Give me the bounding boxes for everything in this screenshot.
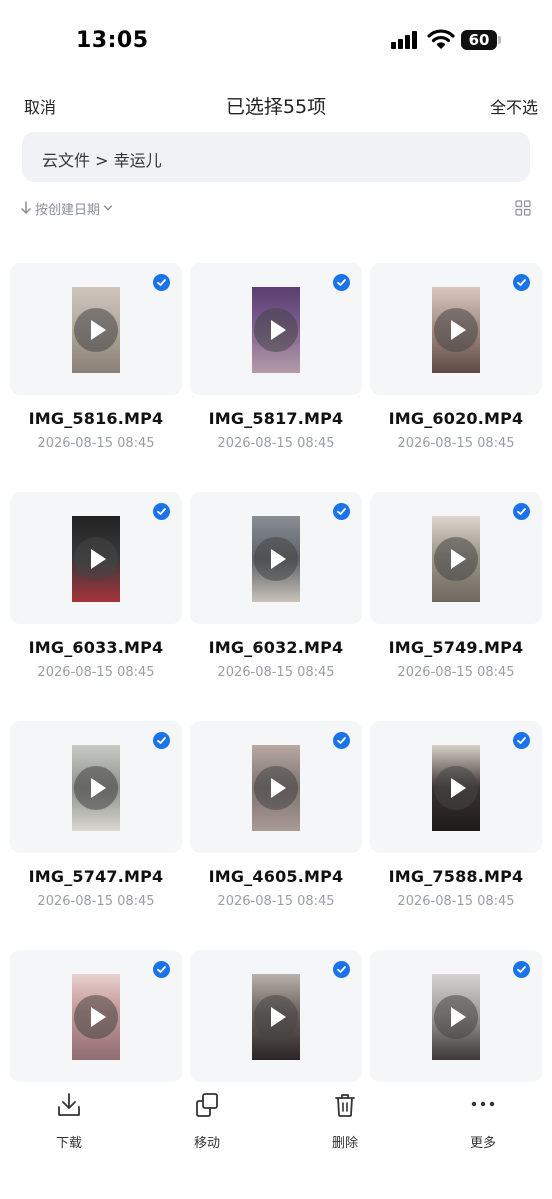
- video-thumbnail-card[interactable]: [370, 721, 542, 853]
- move-button[interactable]: 移动: [177, 1092, 237, 1152]
- file-date: 2026-08-15 08:45: [37, 665, 155, 680]
- checkbox-checked-icon[interactable]: [513, 961, 530, 978]
- file-item[interactable]: IMG_4605.MP4 2026-08-15 08:45: [190, 721, 362, 931]
- page-title: 已选择55项: [225, 96, 327, 118]
- file-name: IMG_6032.MP4: [208, 638, 344, 657]
- checkbox-checked-icon[interactable]: [153, 961, 170, 978]
- video-thumbnail-card[interactable]: [370, 950, 542, 1082]
- checkbox-checked-icon[interactable]: [153, 274, 170, 291]
- cellular-signal-icon: [391, 31, 419, 49]
- file-date: 2026-08-15 08:45: [217, 894, 335, 909]
- file-item[interactable]: IMG_6032.MP4 2026-08-15 08:45: [190, 492, 362, 702]
- file-date: 2026-08-15 08:45: [37, 436, 155, 451]
- video-thumbnail-card[interactable]: [10, 492, 182, 624]
- file-name: IMG_5749.MP4: [388, 638, 524, 657]
- play-icon[interactable]: [74, 308, 118, 352]
- play-icon[interactable]: [434, 995, 478, 1039]
- selection-header: 取消 已选择55项 全不选: [0, 82, 552, 128]
- deselect-all-button[interactable]: 全不选: [490, 94, 538, 118]
- play-icon[interactable]: [434, 537, 478, 581]
- file-item[interactable]: IMG_5749.MP4 2026-08-15 08:45: [370, 492, 542, 702]
- download-label: 下载: [55, 1136, 82, 1151]
- file-name: IMG_5747.MP4: [28, 867, 164, 886]
- video-thumbnail-card[interactable]: [190, 263, 362, 395]
- video-thumbnail-card[interactable]: [10, 950, 182, 1082]
- file-date: 2026-08-15 08:45: [217, 665, 335, 680]
- video-thumbnail-card[interactable]: [10, 263, 182, 395]
- checkbox-checked-icon[interactable]: [333, 274, 350, 291]
- file-date: 2026-08-15 08:45: [217, 436, 335, 451]
- video-thumbnail-card[interactable]: [370, 263, 542, 395]
- delete-label: 删除: [331, 1136, 358, 1151]
- file-name: IMG_5817.MP4: [208, 409, 344, 428]
- battery-level: 60: [468, 31, 490, 49]
- checkbox-checked-icon[interactable]: [153, 732, 170, 749]
- file-item[interactable]: IMG_6033.MP4 2026-08-15 08:45: [10, 492, 182, 702]
- play-icon[interactable]: [254, 766, 298, 810]
- video-thumbnail-card[interactable]: [190, 721, 362, 853]
- more-button[interactable]: 更多: [453, 1092, 513, 1152]
- sort-label: 按创建日期: [35, 202, 101, 218]
- checkbox-checked-icon[interactable]: [513, 274, 530, 291]
- video-thumbnail-card[interactable]: [190, 492, 362, 624]
- battery-icon: 60: [461, 30, 501, 50]
- video-thumbnail-card[interactable]: [10, 721, 182, 853]
- file-date: 2026-08-15 08:45: [397, 665, 515, 680]
- sort-selector[interactable]: 按创建日期: [20, 198, 113, 218]
- play-icon[interactable]: [254, 537, 298, 581]
- delete-button[interactable]: 删除: [315, 1092, 375, 1152]
- checkbox-checked-icon[interactable]: [333, 961, 350, 978]
- file-date: 2026-08-15 08:45: [397, 894, 515, 909]
- file-name: IMG_5816.MP4: [28, 409, 164, 428]
- bottom-action-bar: 下载 移动 删除 更多: [0, 1082, 552, 1199]
- breadcrumb-path: 云文件 > 幸运儿: [42, 151, 162, 170]
- file-item[interactable]: IMG_6020.MP4 2026-08-15 08:45: [370, 263, 542, 473]
- file-name: IMG_4605.MP4: [208, 867, 344, 886]
- play-icon[interactable]: [434, 766, 478, 810]
- breadcrumb[interactable]: 云文件 > 幸运儿: [22, 132, 530, 182]
- file-item[interactable]: IMG_7588.MP4 2026-08-15 08:45: [370, 721, 542, 931]
- checkbox-checked-icon[interactable]: [333, 732, 350, 749]
- play-icon[interactable]: [434, 308, 478, 352]
- checkbox-checked-icon[interactable]: [153, 503, 170, 520]
- file-name: IMG_6033.MP4: [28, 638, 164, 657]
- file-date: 2026-08-15 08:45: [397, 436, 515, 451]
- grid-view-icon[interactable]: [515, 200, 531, 216]
- file-name: IMG_7588.MP4: [388, 867, 524, 886]
- download-icon: [58, 1093, 80, 1116]
- checkbox-checked-icon[interactable]: [513, 503, 530, 520]
- move-icon: [196, 1093, 218, 1117]
- move-label: 移动: [193, 1136, 220, 1151]
- more-icon: [471, 1101, 495, 1107]
- trash-icon: [335, 1094, 355, 1117]
- file-name: IMG_6020.MP4: [388, 409, 524, 428]
- status-bar: 13:05 60: [0, 0, 552, 82]
- file-item[interactable]: IMG_5747.MP4 2026-08-15 08:45: [10, 721, 182, 931]
- play-icon[interactable]: [254, 308, 298, 352]
- file-date: 2026-08-15 08:45: [37, 894, 155, 909]
- play-icon[interactable]: [74, 995, 118, 1039]
- checkbox-checked-icon[interactable]: [513, 732, 530, 749]
- video-thumbnail-card[interactable]: [370, 492, 542, 624]
- chevron-down-icon: [103, 205, 113, 211]
- more-label: 更多: [469, 1136, 496, 1151]
- file-item[interactable]: IMG_5817.MP4 2026-08-15 08:45: [190, 263, 362, 473]
- checkbox-checked-icon[interactable]: [333, 503, 350, 520]
- sort-arrow-icon: [21, 201, 31, 214]
- wifi-icon: [427, 28, 455, 50]
- download-button[interactable]: 下载: [39, 1092, 99, 1152]
- status-time: 13:05: [76, 28, 149, 53]
- play-icon[interactable]: [74, 537, 118, 581]
- play-icon[interactable]: [74, 766, 118, 810]
- file-item[interactable]: IMG_5816.MP4 2026-08-15 08:45: [10, 263, 182, 473]
- play-icon[interactable]: [254, 995, 298, 1039]
- video-thumbnail-card[interactable]: [190, 950, 362, 1082]
